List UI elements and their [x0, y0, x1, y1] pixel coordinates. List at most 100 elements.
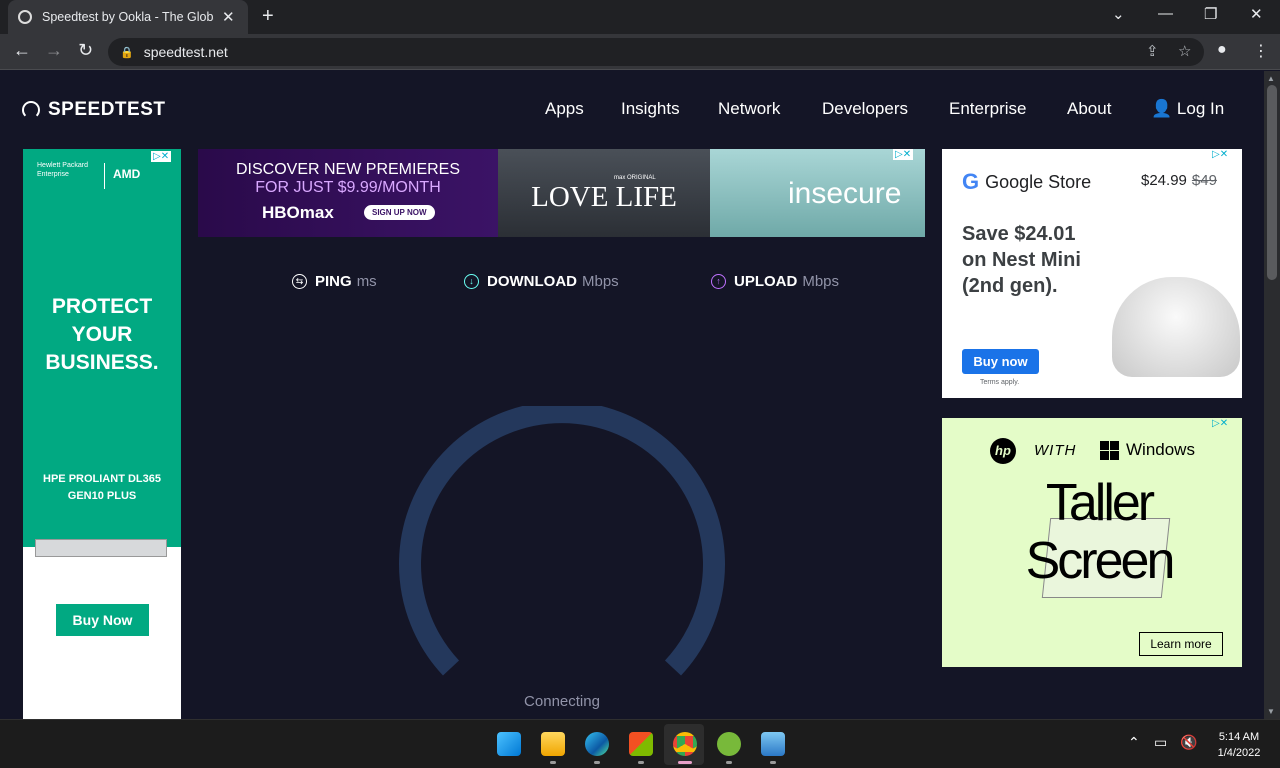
- ad-headline: PROTECT YOUR BUSINESS.: [45, 295, 159, 374]
- ping-unit: ms: [356, 273, 377, 290]
- learn-more-button[interactable]: Learn more: [1139, 632, 1223, 656]
- ad-buy-now-button[interactable]: Buy now: [962, 349, 1039, 374]
- google-store-brand: G Google Store: [962, 169, 1091, 195]
- bookmark-star-icon[interactable]: ☆: [1178, 42, 1191, 60]
- upload-label: UPLOAD: [734, 273, 798, 290]
- page-scrollbar[interactable]: ▲ ▼: [1264, 71, 1280, 719]
- running-indicator: [770, 761, 776, 764]
- scroll-down-icon[interactable]: ▼: [1267, 707, 1275, 716]
- address-bar[interactable]: 🔒 speedtest.net ⇪ ☆: [108, 38, 1204, 66]
- reload-icon[interactable]: ↻: [78, 40, 93, 61]
- lock-icon: 🔒: [120, 46, 134, 59]
- adchoices-icon[interactable]: ▷✕: [893, 149, 914, 160]
- show-title-insecure: insecure: [788, 177, 902, 210]
- nav-login[interactable]: 👤 Log In: [1151, 99, 1224, 119]
- ping-label: PING: [315, 273, 352, 290]
- profile-icon[interactable]: ●: [1217, 41, 1227, 59]
- browser-tab[interactable]: Speedtest by Ookla - The Global ✕: [8, 0, 248, 34]
- adchoices-icon[interactable]: ▷✕: [1210, 418, 1231, 429]
- close-window-button[interactable]: ✕: [1250, 5, 1263, 23]
- chrome-icon[interactable]: [673, 732, 697, 756]
- nav-developers[interactable]: Developers: [822, 99, 908, 119]
- scroll-up-icon[interactable]: ▲: [1267, 74, 1275, 83]
- left-ad[interactable]: Hewlett Packard Enterprise AMD ▷✕ PROTEC…: [23, 149, 181, 719]
- active-indicator: [678, 761, 692, 764]
- google-store-label: Google Store: [985, 171, 1092, 192]
- nest-mini-image: [1112, 277, 1240, 377]
- adchoices-icon[interactable]: ▷✕: [1210, 149, 1231, 160]
- back-arrow-icon[interactable]: ←: [13, 40, 31, 61]
- old-price: $49: [1191, 172, 1217, 189]
- server-image: [35, 539, 167, 557]
- user-icon: 👤: [1151, 99, 1173, 118]
- gauge-status: Connecting: [524, 693, 600, 710]
- restore-button[interactable]: ❐: [1204, 5, 1217, 23]
- volume-muted-icon[interactable]: 🔇: [1180, 734, 1197, 751]
- upload-unit: Mbps: [802, 273, 840, 290]
- banner-offer-text: DISCOVER NEW PREMIERES FOR JUST $9.99/MO…: [198, 161, 498, 197]
- utorrent-icon[interactable]: [717, 732, 741, 756]
- photos-icon[interactable]: [761, 732, 785, 756]
- windows-logo-icon: [1100, 440, 1119, 460]
- download-unit: Mbps: [582, 273, 619, 290]
- clock-time: 5:14 AM: [1218, 731, 1260, 743]
- hp-windows-ad[interactable]: ▷✕ hp WITH Windows Taller Screen Learn m…: [942, 418, 1242, 667]
- speed-gauge: [399, 406, 725, 676]
- network-icon[interactable]: ▭: [1154, 734, 1167, 751]
- ad-buy-now-button[interactable]: Buy Now: [56, 604, 149, 636]
- banner-signup-button[interactable]: SIGN UP NOW: [364, 205, 435, 220]
- minimize-button[interactable]: —: [1158, 5, 1173, 22]
- nav-apps[interactable]: Apps: [545, 99, 584, 119]
- forward-arrow-icon[interactable]: →: [45, 40, 63, 61]
- hp-logo-icon: hp: [990, 438, 1016, 464]
- nav-insights[interactable]: Insights: [621, 99, 680, 119]
- file-explorer-icon[interactable]: [541, 732, 565, 756]
- running-indicator: [726, 761, 732, 764]
- windows-taskbar: ⌃ ▭ 🔇 5:14 AM 1/4/2022: [0, 719, 1280, 768]
- running-indicator: [550, 761, 556, 764]
- ping-icon: ⇆: [292, 274, 307, 289]
- windows-start-icon[interactable]: [497, 732, 521, 756]
- nav-about[interactable]: About: [1067, 99, 1111, 119]
- nav-network[interactable]: Network: [718, 99, 780, 119]
- nav-enterprise[interactable]: Enterprise: [949, 99, 1026, 119]
- ping-stat: ⇆ PING ms: [292, 273, 377, 290]
- store-icon[interactable]: [629, 732, 653, 756]
- google-store-ad[interactable]: G Google Store $24.99 $49 ▷✕ Save $24.01 …: [942, 149, 1242, 398]
- tray-chevron-icon[interactable]: ⌃: [1128, 734, 1140, 751]
- running-indicator: [638, 761, 644, 764]
- tab-search-icon[interactable]: ⌄: [1112, 5, 1125, 23]
- ad-headline: Taller Screen: [1025, 474, 1176, 590]
- show-title-lovelife: LOVE LIFE: [531, 181, 677, 213]
- upload-stat: ↑ UPLOAD Mbps: [711, 273, 839, 290]
- browser-tab-bar: Speedtest by Ookla - The Global ✕ + ⌄ — …: [0, 0, 1280, 34]
- hpe-brand: Hewlett Packard Enterprise: [37, 162, 88, 178]
- edge-icon[interactable]: [585, 732, 609, 756]
- login-label: Log In: [1176, 99, 1225, 118]
- hbomax-banner-ad[interactable]: DISCOVER NEW PREMIERES FOR JUST $9.99/MO…: [198, 149, 925, 237]
- logo-text: SPEEDTEST: [48, 99, 166, 120]
- with-label: WITH: [1034, 442, 1077, 459]
- hbomax-logo: HBOmax: [262, 203, 334, 222]
- adchoices-icon[interactable]: ▷✕: [151, 151, 172, 162]
- windows-brand: Windows: [1100, 440, 1195, 460]
- new-tab-button[interactable]: +: [262, 5, 274, 28]
- tab-title: Speedtest by Ookla - The Global: [42, 10, 214, 24]
- download-icon: ↓: [464, 274, 479, 289]
- system-clock[interactable]: 5:14 AM 1/4/2022: [1204, 729, 1274, 761]
- url-text[interactable]: speedtest.net: [144, 44, 228, 60]
- clock-date: 1/4/2022: [1217, 747, 1261, 759]
- share-icon[interactable]: ⇪: [1146, 42, 1159, 60]
- browser-menu-icon[interactable]: ⋮: [1253, 41, 1269, 61]
- brand-divider: [104, 163, 105, 189]
- tab-close-icon[interactable]: ✕: [222, 8, 235, 26]
- scrollbar-thumb[interactable]: [1267, 85, 1277, 280]
- running-indicator: [594, 761, 600, 764]
- new-price: $24.99: [1141, 172, 1187, 189]
- upload-icon: ↑: [711, 274, 726, 289]
- speedtest-logo[interactable]: SPEEDTEST: [22, 99, 165, 121]
- banner-line2: FOR JUST $9.99/MONTH: [255, 179, 441, 196]
- ad-price: $24.99 $49: [1141, 172, 1217, 189]
- download-stat: ↓ DOWNLOAD Mbps: [464, 273, 619, 290]
- amd-brand: AMD: [113, 167, 141, 181]
